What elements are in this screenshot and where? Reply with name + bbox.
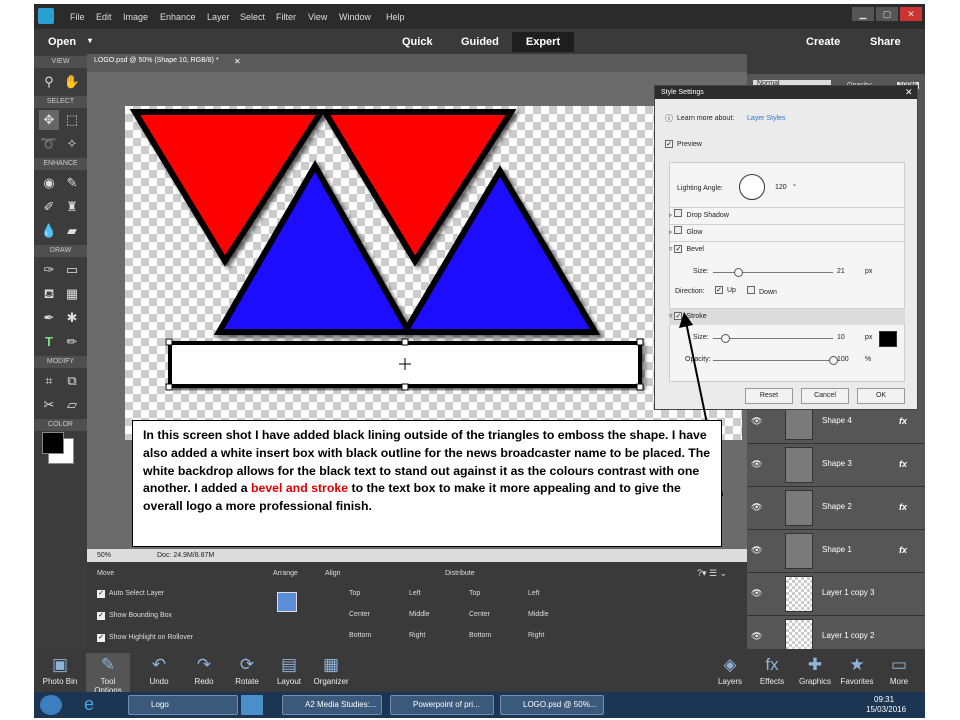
undo-button[interactable]: ↶ Undo bbox=[137, 653, 181, 686]
favorites-button[interactable]: ★ Favorites bbox=[835, 653, 879, 686]
layers-icon: ◈ bbox=[723, 655, 737, 674]
organizer-icon: ▦ bbox=[322, 655, 340, 674]
annotation-text-box: In this screen shot I have added black l… bbox=[132, 420, 722, 547]
photo-bin-button[interactable]: ▣ Photo Bin bbox=[38, 653, 82, 686]
graphics-icon: ✚ bbox=[807, 655, 823, 674]
redo-icon: ↷ bbox=[196, 655, 212, 674]
redo-button[interactable]: ↷ Redo bbox=[182, 653, 226, 686]
undo-icon: ↶ bbox=[151, 655, 167, 674]
organizer-button[interactable]: ▦ Organizer bbox=[309, 653, 353, 686]
taskbar-chrome[interactable]: A2 Media Studies:... bbox=[282, 695, 382, 715]
tool-options-button[interactable]: ✎ Tool Options bbox=[86, 653, 130, 695]
rotate-icon: ⟳ bbox=[239, 655, 255, 674]
ie-icon[interactable]: e bbox=[84, 694, 94, 715]
more-icon: ▭ bbox=[890, 655, 908, 674]
taskbar-powerpoint[interactable]: Powerpoint of pri... bbox=[390, 695, 494, 715]
graphics-button[interactable]: ✚ Graphics bbox=[793, 653, 837, 686]
app-icon[interactable] bbox=[241, 695, 263, 715]
effects-icon: fx bbox=[765, 655, 779, 674]
tool-options-icon: ✎ bbox=[100, 655, 116, 674]
effects-button[interactable]: fx Effects bbox=[750, 653, 794, 686]
layers-button[interactable]: ◈ Layers bbox=[708, 653, 752, 686]
rotate-button[interactable]: ⟳ Rotate bbox=[225, 653, 269, 686]
clock-time: 09:31 bbox=[874, 695, 895, 704]
start-button-icon[interactable] bbox=[40, 695, 62, 715]
bottom-bar: ▣ Photo Bin ✎ Tool Options ↶ Undo ↷ Redo ⟳ Ro… bbox=[34, 649, 925, 695]
clock-date: 15/03/2016 bbox=[866, 705, 907, 714]
more-button[interactable]: ▭ More bbox=[877, 653, 921, 686]
annotation-arrow bbox=[679, 312, 723, 497]
annotation-highlight: bevel and stroke bbox=[250, 481, 349, 496]
photo-bin-icon: ▣ bbox=[51, 655, 69, 674]
layout-icon: ▤ bbox=[280, 655, 298, 674]
layout-button[interactable]: ▤ Layout bbox=[267, 653, 311, 686]
windows-taskbar: e Logo A2 Media Studies:... Powerpoint o… bbox=[34, 692, 925, 718]
taskbar-photoshop[interactable]: LOGO.psd @ 50%... bbox=[500, 695, 604, 715]
taskbar-logo[interactable]: Logo bbox=[128, 695, 238, 715]
photoshop-elements-window: File Edit Image Enhance Layer Select Fil… bbox=[34, 4, 925, 718]
favorites-icon: ★ bbox=[849, 655, 865, 674]
